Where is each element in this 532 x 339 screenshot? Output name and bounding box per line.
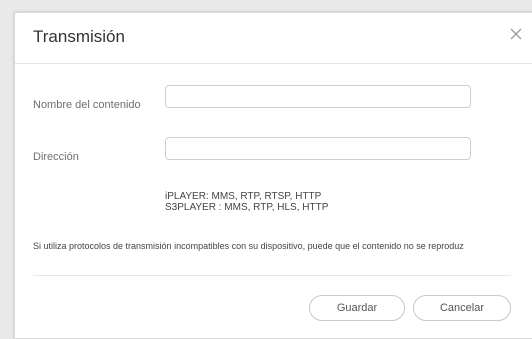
supported-protocols: iPLAYER: MMS, RTP, RTSP, HTTP S3PLAYER :… <box>165 191 328 213</box>
address-label: Dirección <box>33 151 79 163</box>
compatibility-notice: Si utiliza protocolos de transmisión inc… <box>33 241 464 251</box>
address-input[interactable] <box>165 137 471 160</box>
content-name-label: Nombre del contenido <box>33 99 141 111</box>
cancel-button[interactable]: Cancelar <box>413 295 511 321</box>
dialog-title: Transmisión <box>33 27 125 46</box>
footer-divider <box>33 275 511 276</box>
content-name-input[interactable] <box>165 85 471 108</box>
dialog-header: Transmisión <box>15 13 532 64</box>
close-icon[interactable] <box>507 25 525 43</box>
iplayer-protocols: iPLAYER: MMS, RTP, RTSP, HTTP <box>165 191 322 202</box>
streaming-dialog: Transmisión Nombre del contenido Direcci… <box>14 12 532 339</box>
s3player-protocols: S3PLAYER : MMS, RTP, HLS, HTTP <box>165 202 329 213</box>
save-button[interactable]: Guardar <box>309 295 405 321</box>
